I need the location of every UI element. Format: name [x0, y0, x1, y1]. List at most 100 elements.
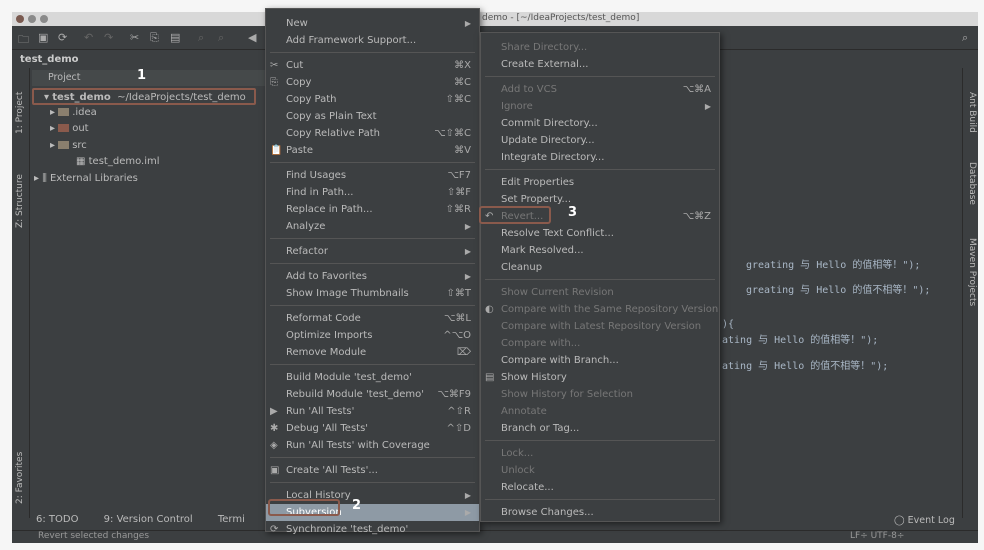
zoom-window-button[interactable]	[40, 15, 48, 23]
menu-item-create-all-tests[interactable]: ▣ Create 'All Tests'...	[266, 462, 479, 479]
menu-item-branch-or-tag[interactable]: Branch or Tag...	[481, 420, 719, 437]
tab-project[interactable]: 1: Project	[15, 92, 25, 134]
menu-item-copy[interactable]: ⎘ Copy ⌘C	[266, 74, 479, 91]
tree-item[interactable]: ▸ src	[32, 138, 272, 155]
menu-item-rebuild-module-test-demo[interactable]: Rebuild Module 'test_demo' ⌥⌘F9	[266, 386, 479, 403]
menu-item-add-to-vcs[interactable]: Add to VCS ⌥⌘A	[481, 81, 719, 98]
menu-item-analyze[interactable]: Analyze ▶	[266, 218, 479, 235]
open-icon[interactable]: 🗀	[18, 31, 29, 50]
menu-item-label: Copy Path	[286, 94, 337, 105]
encoding-indicator[interactable]: LF÷ UTF-8÷	[850, 531, 904, 541]
project-view-selector[interactable]: Project	[48, 72, 81, 83]
menu-item-run-all-tests[interactable]: ▶ Run 'All Tests' ^⇧R	[266, 403, 479, 420]
menu-item-share-directory[interactable]: Share Directory...	[481, 39, 719, 56]
tab-terminal[interactable]: Termi	[218, 514, 245, 525]
tab-favorites[interactable]: 2: Favorites	[15, 452, 25, 504]
menu-item-copy-as-plain-text[interactable]: Copy as Plain Text	[266, 108, 479, 125]
menu-item-label: Show Image Thumbnails	[286, 288, 409, 299]
menu-item-debug-all-tests[interactable]: ✱ Debug 'All Tests' ^⇧D	[266, 420, 479, 437]
save-icon[interactable]: ▣	[38, 31, 48, 44]
menu-item-add-framework-support[interactable]: Add Framework Support...	[266, 32, 479, 49]
menu-item-compare-with-the-same-repository-version[interactable]: ◐ Compare with the Same Repository Versio…	[481, 301, 719, 318]
menu-item-relocate[interactable]: Relocate...	[481, 479, 719, 496]
menu-item-find-usages[interactable]: Find Usages ⌥F7	[266, 167, 479, 184]
menu-item-show-history-for-selection[interactable]: Show History for Selection	[481, 386, 719, 403]
menu-item-copy-path[interactable]: Copy Path ⇧⌘C	[266, 91, 479, 108]
menu-item-paste[interactable]: 📋 Paste ⌘V	[266, 142, 479, 159]
back-icon[interactable]: ◀	[248, 31, 256, 44]
tab-todo[interactable]: 6: TODO	[36, 514, 78, 525]
menu-item-copy-relative-path[interactable]: Copy Relative Path ⌥⇧⌘C	[266, 125, 479, 142]
menu-item-cut[interactable]: ✂ Cut ⌘X	[266, 57, 479, 74]
menu-item-optimize-imports[interactable]: Optimize Imports ^⌥O	[266, 327, 479, 344]
undo-icon[interactable]: ↶	[84, 31, 93, 44]
menu-item-label: Compare with...	[501, 338, 581, 349]
tree-item[interactable]: ▸ .idea	[32, 105, 272, 122]
cut-icon[interactable]: ✂	[130, 31, 139, 44]
tree-item[interactable]: ▸ ⫼ External Libraries	[32, 171, 272, 188]
menu-item-reformat-code[interactable]: Reformat Code ⌥⌘L	[266, 310, 479, 327]
annotation-box-3	[479, 206, 551, 224]
project-panel-header[interactable]: Project	[32, 70, 268, 86]
menu-item-run-all-tests-with-coverage[interactable]: ◈ Run 'All Tests' with Coverage	[266, 437, 479, 454]
menu-item-browse-changes[interactable]: Browse Changes...	[481, 504, 719, 521]
tab-maven-projects[interactable]: Maven Projects	[967, 238, 977, 306]
menu-item-show-current-revision[interactable]: Show Current Revision	[481, 284, 719, 301]
menu-item-create-external[interactable]: Create External...	[481, 56, 719, 73]
menu-item-annotate[interactable]: Annotate	[481, 403, 719, 420]
menu-item-add-to-favorites[interactable]: Add to Favorites ▶	[266, 268, 479, 285]
menu-separator	[266, 260, 479, 268]
find-icon[interactable]: ⌕	[198, 31, 204, 45]
menu-item-show-image-thumbnails[interactable]: Show Image Thumbnails ⇧⌘T	[266, 285, 479, 302]
tree-item[interactable]: ▸ out	[32, 121, 272, 138]
menu-item-label: Cleanup	[501, 262, 543, 273]
menu-item-cleanup[interactable]: Cleanup	[481, 259, 719, 276]
menu-item-build-module-test-demo[interactable]: Build Module 'test_demo'	[266, 369, 479, 386]
tab-structure[interactable]: Z: Structure	[15, 174, 25, 228]
menu-item-edit-properties[interactable]: Edit Properties	[481, 174, 719, 191]
close-window-button[interactable]	[16, 15, 24, 23]
menu-item-resolve-text-conflict[interactable]: Resolve Text Conflict...	[481, 225, 719, 242]
submenu-arrow-icon: ▶	[464, 247, 471, 256]
menu-item-compare-with-latest-repository-version[interactable]: Compare with Latest Repository Version	[481, 318, 719, 335]
menu-item-lock[interactable]: Lock...	[481, 445, 719, 462]
submenu-arrow-icon: ▶	[704, 102, 711, 111]
minimize-window-button[interactable]	[28, 15, 36, 23]
menu-item-mark-resolved[interactable]: Mark Resolved...	[481, 242, 719, 259]
menu-item-unlock[interactable]: Unlock	[481, 462, 719, 479]
menu-item-show-history[interactable]: ▤ Show History	[481, 369, 719, 386]
tree-item-label: test_demo.iml	[88, 156, 160, 167]
search-icon[interactable]: ⌕	[962, 31, 968, 45]
submenu-arrow-icon: ▶	[464, 272, 471, 281]
menu-item-replace-in-path[interactable]: Replace in Path... ⇧⌘R	[266, 201, 479, 218]
menu-item-find-in-path[interactable]: Find in Path... ⇧⌘F	[266, 184, 479, 201]
code-editor[interactable]: greating 与 Hello 的值相等！"); greating 与 Hel…	[712, 252, 962, 452]
tab-ant-build[interactable]: Ant Build	[967, 92, 977, 133]
redo-icon[interactable]: ↷	[104, 31, 113, 44]
menu-item-integrate-directory[interactable]: Integrate Directory...	[481, 149, 719, 166]
sync-icon[interactable]: ⟳	[58, 31, 67, 44]
menu-item-ignore[interactable]: Ignore ▶	[481, 98, 719, 115]
menu-item-commit-directory[interactable]: Commit Directory...	[481, 115, 719, 132]
copy-icon[interactable]: ⎘	[150, 31, 159, 45]
paste-icon[interactable]: ▤	[170, 31, 180, 44]
replace-icon[interactable]: ⌕	[218, 31, 224, 45]
menu-separator	[481, 496, 719, 504]
menu-item-compare-with[interactable]: Compare with...	[481, 335, 719, 352]
event-log-button[interactable]: ◯ Event Log	[894, 515, 955, 526]
menu-item-synchronize-test-demo[interactable]: ⟳ Synchronize 'test_demo'	[266, 521, 479, 538]
menu-item-new[interactable]: New ▶	[266, 15, 479, 32]
tree-root[interactable]: ▾ test_demo ~/IdeaProjects/test_demo	[32, 88, 256, 105]
menu-item-remove-module[interactable]: Remove Module ⌦	[266, 344, 479, 361]
menu-item-refactor[interactable]: Refactor ▶	[266, 243, 479, 260]
tree-item[interactable]: ▦ test_demo.iml	[32, 154, 272, 171]
menu-item-compare-with-branch[interactable]: Compare with Branch...	[481, 352, 719, 369]
tab-database[interactable]: Database	[967, 162, 977, 205]
tab-version-control[interactable]: 9: Version Control	[104, 514, 193, 525]
menu-item-label: Branch or Tag...	[501, 423, 580, 434]
menu-item-label: Mark Resolved...	[501, 245, 584, 256]
menu-item-label: Refactor	[286, 246, 328, 257]
menu-item-update-directory[interactable]: Update Directory...	[481, 132, 719, 149]
shortcut-label: ⇧⌘F	[446, 187, 471, 198]
breadcrumb[interactable]: test_demo	[20, 54, 79, 65]
